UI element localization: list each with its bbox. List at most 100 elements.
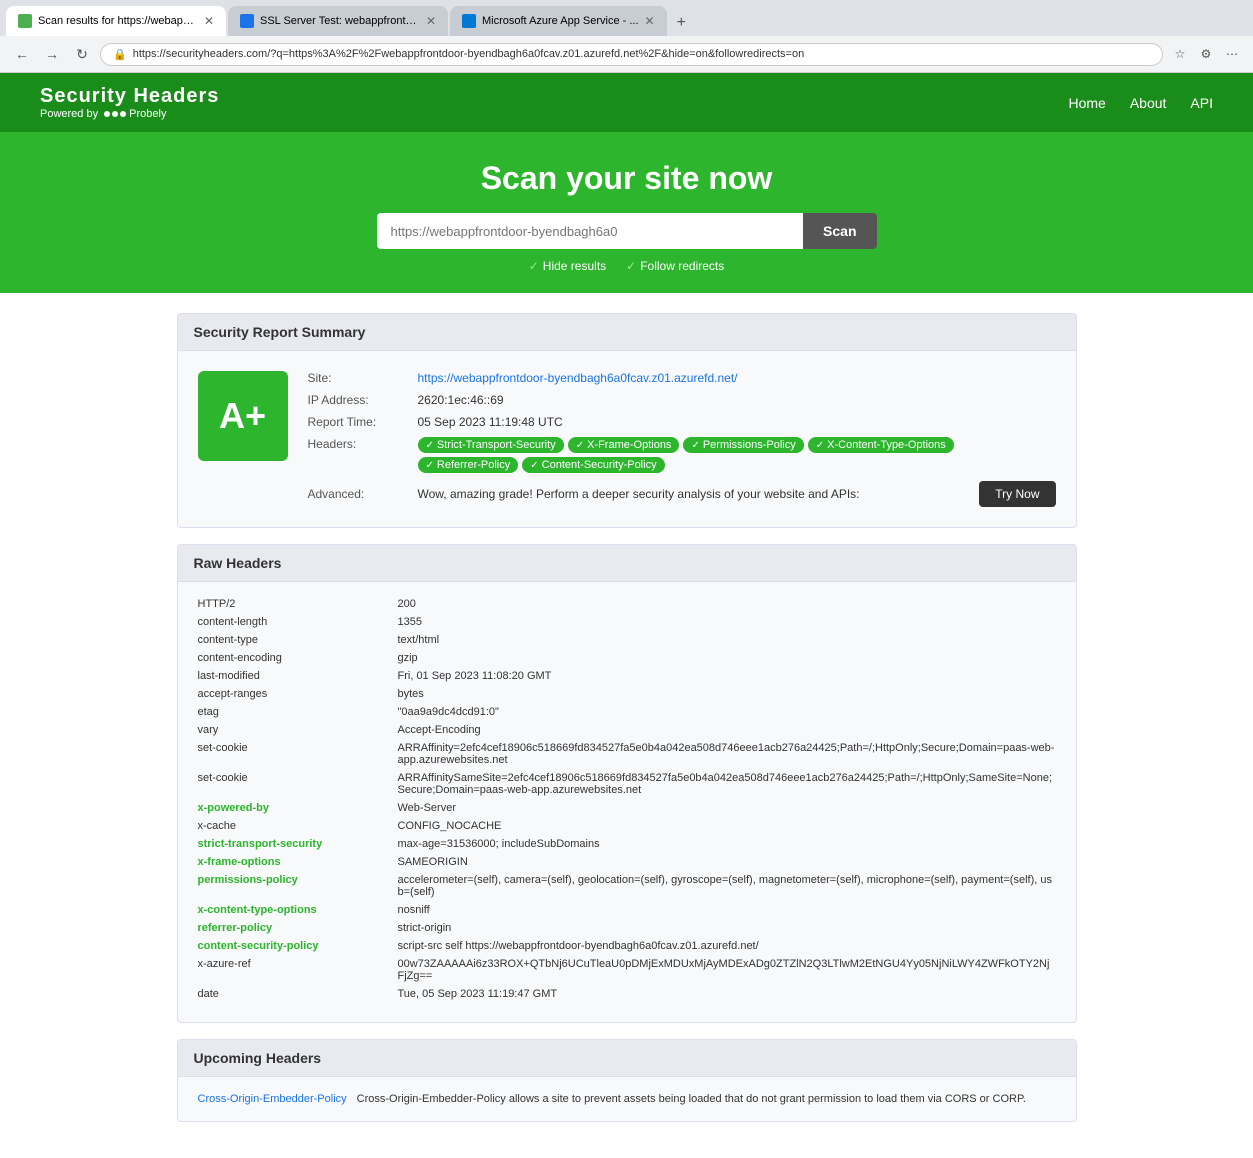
raw-header-row: varyAccept-Encoding	[198, 724, 1056, 736]
header-badge: ✓ Permissions-Policy	[683, 437, 803, 453]
extensions-icon[interactable]: ⚙	[1195, 43, 1217, 65]
raw-header-value: ARRAffinity=2efc4cef18906c518669fd834527…	[398, 742, 1056, 766]
raw-header-value: Web-Server	[398, 802, 1056, 814]
ip-row: IP Address: 2620:1ec:46::69	[308, 393, 1056, 407]
site-label: Site:	[308, 371, 418, 385]
raw-header-key: vary	[198, 724, 398, 736]
hide-results-option[interactable]: ✓ Hide results	[529, 259, 606, 273]
header-badge: ✓ X-Content-Type-Options	[808, 437, 954, 453]
raw-header-value: SAMEORIGIN	[398, 856, 1056, 868]
raw-header-row: referrer-policystrict-origin	[198, 922, 1056, 934]
raw-header-row: permissions-policyaccelerometer=(self), …	[198, 874, 1056, 898]
raw-header-value: ARRAffinitySameSite=2efc4cef18906c518669…	[398, 772, 1056, 796]
raw-header-value: script-src self https://webappfrontdoor-…	[398, 940, 1056, 952]
advanced-row: Advanced: Wow, amazing grade! Perform a …	[308, 481, 1056, 507]
scan-button[interactable]: Scan	[803, 213, 876, 249]
browser-tab-3[interactable]: Microsoft Azure App Service - ... ✕	[450, 6, 667, 36]
tab-close-2[interactable]: ✕	[426, 14, 436, 28]
raw-header-row: content-length1355	[198, 616, 1056, 628]
raw-header-key: last-modified	[198, 670, 398, 682]
raw-header-row: content-typetext/html	[198, 634, 1056, 646]
upcoming-header-row: Cross-Origin-Embedder-Policy Cross-Origin…	[198, 1093, 1056, 1105]
raw-header-row: accept-rangesbytes	[198, 688, 1056, 700]
address-bar[interactable]: 🔒 https://securityheaders.com/?q=https%3…	[100, 43, 1163, 66]
raw-header-row: x-azure-ref00w73ZAAAAAi6z33ROX+QTbNj6UCu…	[198, 958, 1056, 982]
tab-close-1[interactable]: ✕	[204, 14, 214, 28]
report-time-row: Report Time: 05 Sep 2023 11:19:48 UTC	[308, 415, 1056, 429]
raw-header-key: date	[198, 988, 398, 1000]
tab-close-3[interactable]: ✕	[645, 14, 655, 28]
try-now-button[interactable]: Try Now	[979, 481, 1055, 507]
raw-header-key: x-powered-by	[198, 802, 398, 814]
raw-header-key: HTTP/2	[198, 598, 398, 610]
new-tab-button[interactable]: +	[669, 10, 694, 36]
report-time-label: Report Time:	[308, 415, 418, 429]
header-badge: ✓ X-Frame-Options	[568, 437, 680, 453]
raw-header-row: dateTue, 05 Sep 2023 11:19:47 GMT	[198, 988, 1056, 1000]
hero-section: Scan your site now Scan ✓ Hide results ✓…	[0, 132, 1253, 293]
raw-header-value: bytes	[398, 688, 1056, 700]
upcoming-headers-title: Upcoming Headers	[178, 1040, 1076, 1077]
headers-row: Headers: ✓ Strict-Transport-Security✓ X-…	[308, 437, 1056, 473]
follow-redirects-label: Follow redirects	[640, 259, 724, 273]
raw-header-value: Accept-Encoding	[398, 724, 1056, 736]
upcoming-header-key[interactable]: Cross-Origin-Embedder-Policy	[198, 1093, 347, 1105]
nav-api[interactable]: API	[1190, 95, 1213, 111]
site-value: https://webappfrontdoor-byendbagh6a0fcav…	[418, 371, 1056, 385]
nav-home[interactable]: Home	[1068, 95, 1105, 111]
advanced-text: Wow, amazing grade! Perform a deeper sec…	[418, 487, 980, 501]
report-time-value: 05 Sep 2023 11:19:48 UTC	[418, 415, 1056, 429]
raw-header-row: x-powered-byWeb-Server	[198, 802, 1056, 814]
raw-header-value: accelerometer=(self), camera=(self), geo…	[398, 874, 1056, 898]
raw-header-value: strict-origin	[398, 922, 1056, 934]
header-badge: ✓ Referrer-Policy	[418, 457, 519, 473]
browser-chrome: Scan results for https://webapp... ✕ SSL…	[0, 0, 1253, 73]
browser-tab-1[interactable]: Scan results for https://webapp... ✕	[6, 6, 226, 36]
raw-header-row: last-modifiedFri, 01 Sep 2023 11:08:20 G…	[198, 670, 1056, 682]
upcoming-headers-body: Cross-Origin-Embedder-Policy Cross-Origin…	[178, 1077, 1076, 1121]
address-text: https://securityheaders.com/?q=https%3A%…	[133, 48, 1150, 60]
scan-options: ✓ Hide results ✓ Follow redirects	[40, 259, 1213, 273]
scan-input[interactable]	[377, 213, 804, 249]
summary-info: Site: https://webappfrontdoor-byendbagh6…	[308, 371, 1056, 507]
hero-title: Scan your site now	[40, 160, 1213, 197]
raw-header-row: x-frame-optionsSAMEORIGIN	[198, 856, 1056, 868]
hide-results-label: Hide results	[543, 259, 606, 273]
raw-header-value: 00w73ZAAAAAi6z33ROX+QTbNj6UCuTleaU0pDMjE…	[398, 958, 1056, 982]
tab-favicon-1	[18, 14, 32, 28]
browser-tab-2[interactable]: SSL Server Test: webappfrontdo... ✕	[228, 6, 448, 36]
raw-header-key: x-azure-ref	[198, 958, 398, 982]
main-nav: Home About API	[1068, 95, 1213, 111]
raw-header-value: CONFIG_NOCACHE	[398, 820, 1056, 832]
upcoming-header-value: Cross-Origin-Embedder-Policy allows a si…	[357, 1093, 1026, 1105]
lock-icon: 🔒	[113, 48, 127, 61]
probely-dots	[104, 111, 126, 117]
nav-about[interactable]: About	[1130, 95, 1167, 111]
reload-button[interactable]: ↻	[70, 42, 94, 66]
raw-header-key: etag	[198, 706, 398, 718]
back-button[interactable]: ←	[10, 42, 34, 66]
site-url-link[interactable]: https://webappfrontdoor-byendbagh6a0fcav…	[418, 371, 738, 385]
raw-header-value: Tue, 05 Sep 2023 11:19:47 GMT	[398, 988, 1056, 1000]
raw-header-value: max-age=31536000; includeSubDomains	[398, 838, 1056, 850]
scan-bar: Scan	[377, 213, 877, 249]
raw-header-value: 200	[398, 598, 1056, 610]
star-icon[interactable]: ☆	[1169, 43, 1191, 65]
raw-header-value: text/html	[398, 634, 1056, 646]
raw-header-key: strict-transport-security	[198, 838, 398, 850]
forward-button[interactable]: →	[40, 42, 64, 66]
follow-redirects-option[interactable]: ✓ Follow redirects	[626, 259, 724, 273]
tab-title-1: Scan results for https://webapp...	[38, 15, 198, 27]
tab-title-2: SSL Server Test: webappfrontdo...	[260, 15, 420, 27]
raw-header-key: content-type	[198, 634, 398, 646]
raw-header-row: x-cacheCONFIG_NOCACHE	[198, 820, 1056, 832]
badges-container: ✓ Strict-Transport-Security✓ X-Frame-Opt…	[418, 437, 1056, 473]
raw-header-value: 1355	[398, 616, 1056, 628]
raw-header-key: content-encoding	[198, 652, 398, 664]
browser-navigation: ← → ↻ 🔒 https://securityheaders.com/?q=h…	[0, 36, 1253, 73]
site-header: Security Headers Powered by Probely Home…	[0, 73, 1253, 132]
advanced-label: Advanced:	[308, 487, 418, 501]
raw-header-row: content-encodinggzip	[198, 652, 1056, 664]
main-content: Security Report Summary A+ Site: https:/…	[157, 293, 1097, 1158]
menu-icon[interactable]: ⋯	[1221, 43, 1243, 65]
